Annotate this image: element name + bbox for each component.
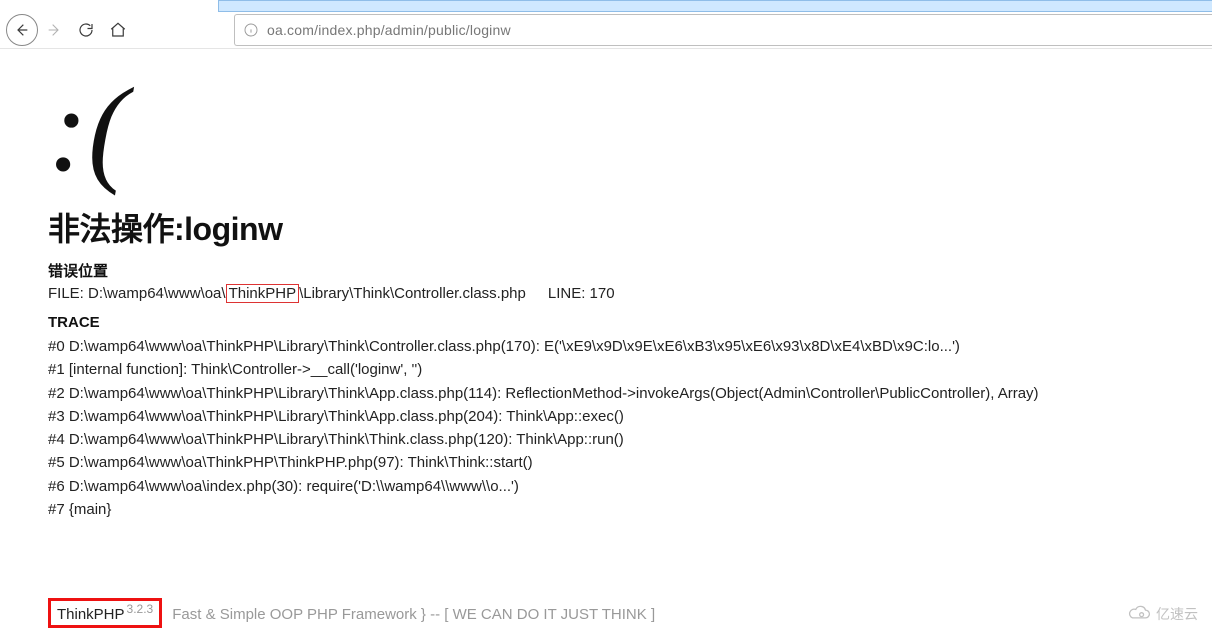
- trace-line: #7 {main}: [48, 498, 1212, 521]
- line-label: LINE: 170: [548, 285, 615, 302]
- error-emoticon: :(: [48, 70, 1212, 190]
- page-content: :( 非法操作:loginw 错误位置 FILE: D:\wamp64\www\…: [48, 60, 1212, 521]
- framework-version: 3.2.3: [127, 602, 154, 616]
- trace-line: #3 D:\wamp64\www\oa\ThinkPHP\Library\Thi…: [48, 405, 1212, 428]
- browser-toolbar: oa.com/index.php/admin/public/loginw: [0, 14, 1212, 46]
- trace-line: #4 D:\wamp64\www\oa\ThinkPHP\Library\Thi…: [48, 428, 1212, 451]
- tab-highlight-bar: [218, 0, 1212, 12]
- home-button[interactable]: [102, 14, 134, 46]
- trace-line: #1 [internal function]: Think\Controller…: [48, 358, 1212, 381]
- error-file-line: FILE: D:\wamp64\www\oa\ThinkPHP\Library\…: [48, 285, 1212, 302]
- trace-line: #6 D:\wamp64\www\oa\index.php(30): requi…: [48, 475, 1212, 498]
- file-suffix: \Library\Think\Controller.class.php: [299, 285, 526, 302]
- toolbar-divider: [0, 48, 1212, 49]
- watermark: 亿速云: [1126, 604, 1198, 624]
- url-text: oa.com/index.php/admin/public/loginw: [267, 22, 511, 38]
- framework-version-badge: ThinkPHP3.2.3: [48, 598, 162, 628]
- trace-line: #5 D:\wamp64\www\oa\ThinkPHP\ThinkPHP.ph…: [48, 451, 1212, 474]
- back-button[interactable]: [6, 14, 38, 46]
- forward-button[interactable]: [38, 14, 70, 46]
- address-bar[interactable]: oa.com/index.php/admin/public/loginw: [234, 14, 1212, 46]
- file-prefix: FILE: D:\wamp64\www\oa\: [48, 285, 226, 302]
- framework-name: ThinkPHP: [57, 606, 125, 623]
- site-info-icon[interactable]: [235, 22, 267, 38]
- trace-block: #0 D:\wamp64\www\oa\ThinkPHP\Library\Thi…: [48, 335, 1212, 521]
- trace-line: #0 D:\wamp64\www\oa\ThinkPHP\Library\Thi…: [48, 335, 1212, 358]
- cloud-icon: [1126, 605, 1152, 623]
- reload-button[interactable]: [70, 14, 102, 46]
- trace-label: TRACE: [48, 314, 1212, 331]
- framework-tagline: Fast & Simple OOP PHP Framework } -- [ W…: [172, 606, 655, 623]
- error-headline: 非法操作:loginw: [48, 204, 1212, 250]
- framework-footer: ThinkPHP3.2.3 Fast & Simple OOP PHP Fram…: [48, 598, 655, 628]
- file-highlight: ThinkPHP: [226, 284, 300, 303]
- error-location-label: 错误位置: [48, 260, 1212, 281]
- trace-line: #2 D:\wamp64\www\oa\ThinkPHP\Library\Thi…: [48, 382, 1212, 405]
- watermark-text: 亿速云: [1156, 604, 1198, 624]
